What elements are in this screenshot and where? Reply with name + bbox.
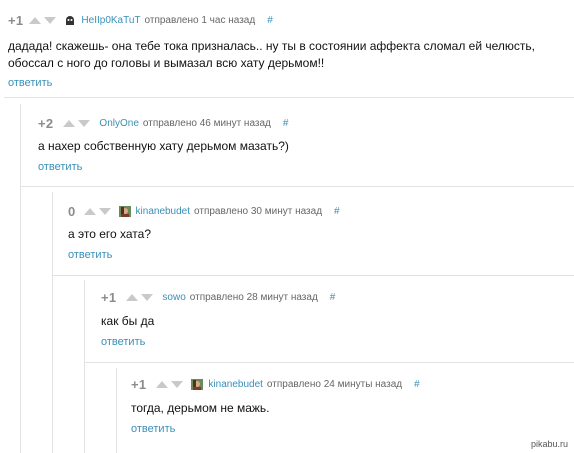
vote-down-icon[interactable] [44,16,57,24]
reply-link[interactable]: ответить [68,249,112,261]
comment-line: а нахер собственную хату дерьмом мазать?… [38,139,289,153]
thread-line [20,104,21,453]
sent-time: отправлено 30 минут назад [194,205,323,217]
rating-value: +1 [101,289,117,305]
comment-line: а это его хата? [68,227,152,241]
comment-5-meta: +1 kinanebudet отправлено 24 минуты наза… [131,376,420,392]
comment-line: дадада! скажешь- она тебе тока призналас… [8,39,535,53]
comment-3-text: а это его хата? [68,226,151,243]
author-link[interactable]: OnlyOne [99,118,138,129]
photo-avatar-icon [118,205,131,217]
comment-3-meta: 0 kinanebudet отправлено 30 минут назад … [68,203,340,219]
comment-4-meta: +1 sowo отправлено 28 минут назад # [101,289,335,305]
reply-link[interactable]: ответить [131,423,175,435]
comment-line: тогда, дерьмом не мажь. [131,401,270,415]
sent-time: отправлено 46 минут назад [142,117,271,129]
comment-line: как бы да [101,314,155,328]
vote-up-icon[interactable] [83,207,96,215]
sent-time: отправлено 24 минуты назад [266,378,403,390]
ghost-avatar-icon [64,14,76,26]
permalink-hash[interactable]: # [414,379,420,390]
comment-2-meta: +2 OnlyOne отправлено 46 минут назад # [38,115,288,131]
permalink-hash[interactable]: # [283,118,289,129]
reply-link[interactable]: ответить [8,77,52,89]
rating-value: 0 [68,203,76,219]
comment-4-text: как бы да [101,313,154,330]
sent-time: отправлено 1 час назад [144,14,256,26]
author-link[interactable]: kinanebudet [136,206,191,217]
comment-line: обоссал с ного до головы и вымазал всю х… [8,56,325,70]
comment-1-meta: +1 HeIIp0KaTuT отправлено 1 час назад # [8,12,273,28]
thread-line [84,280,85,453]
rating-value: +2 [38,115,54,131]
rating-value: +1 [131,376,147,392]
author-link[interactable]: kinanebudet [208,379,263,390]
reply-link[interactable]: ответить [38,161,82,173]
site-watermark: pikabu.ru [530,439,568,449]
rating-value: +1 [8,12,24,28]
thread-line [52,192,53,453]
vote-down-icon[interactable] [171,380,184,388]
permalink-hash[interactable]: # [267,15,273,26]
comment-5-text: тогда, дерьмом не мажь. [131,400,270,417]
permalink-hash[interactable]: # [330,292,336,303]
author-link[interactable]: HeIIp0KaTuT [81,15,140,26]
author-link[interactable]: sowo [162,292,185,303]
comment-1-text: дадада! скажешь- она тебе тока призналас… [8,38,535,72]
permalink-hash[interactable]: # [334,206,340,217]
vote-up-icon[interactable] [63,119,76,127]
thread-divider [4,97,574,98]
vote-down-icon[interactable] [98,207,111,215]
vote-up-icon[interactable] [29,16,42,24]
photo-avatar-icon [191,378,204,390]
vote-down-icon[interactable] [78,119,91,127]
vote-up-icon[interactable] [156,380,169,388]
thread-divider [84,362,574,363]
thread-divider [20,186,574,187]
comment-2-text: а нахер собственную хату дерьмом мазать?… [38,138,289,155]
sent-time: отправлено 28 минут назад [189,291,318,303]
reply-link[interactable]: ответить [101,336,145,348]
thread-line [116,368,117,453]
vote-up-icon[interactable] [126,293,139,301]
thread-divider [52,275,574,276]
vote-down-icon[interactable] [141,293,154,301]
